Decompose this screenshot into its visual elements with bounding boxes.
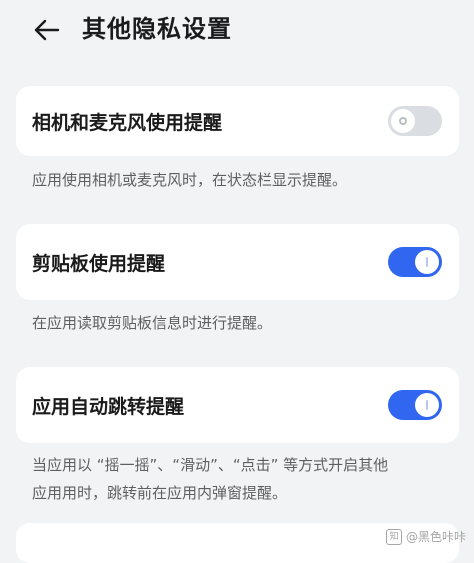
setting-description: 当应用以 “摇一摇”、“滑动”、“点击” 等方式开启其他 应用用时，跳转前在应用… bbox=[32, 451, 452, 507]
setting-label: 剪贴板使用提醒 bbox=[32, 252, 166, 275]
setting-camera-mic-reminder[interactable]: 相机和麦克风使用提醒 bbox=[16, 86, 459, 156]
setting-label: 相机和麦克风使用提醒 bbox=[32, 111, 223, 134]
toggle-knob bbox=[391, 109, 415, 133]
toggle-off-icon bbox=[399, 117, 407, 125]
watermark: 知 @黑色咔咔 bbox=[385, 528, 466, 545]
setting-description: 应用使用相机或麦克风时，在状态栏显示提醒。 bbox=[32, 171, 348, 189]
setting-description: 在应用读取剪贴板信息时进行提醒。 bbox=[32, 314, 273, 332]
back-button[interactable] bbox=[26, 12, 66, 48]
setting-description-line: 应用用时，跳转前在应用内弹窗提醒。 bbox=[32, 484, 288, 502]
setting-app-jump-reminder[interactable]: 应用自动跳转提醒 bbox=[16, 367, 459, 443]
app-header: 其他隐私设置 bbox=[0, 0, 474, 62]
arrow-left-icon bbox=[34, 19, 60, 41]
setting-description-line: 当应用以 “摇一摇”、“滑动”、“点击” 等方式开启其他 bbox=[32, 456, 389, 474]
toggle-knob bbox=[415, 250, 439, 274]
zhihu-logo-icon: 知 bbox=[385, 528, 402, 545]
clipboard-reminder-toggle[interactable] bbox=[388, 247, 442, 277]
page-title: 其他隐私设置 bbox=[82, 15, 232, 43]
watermark-text: @黑色咔咔 bbox=[405, 530, 466, 544]
toggle-knob bbox=[415, 393, 439, 417]
toggle-on-icon bbox=[426, 257, 428, 267]
toggle-on-icon bbox=[426, 400, 428, 410]
camera-mic-reminder-toggle[interactable] bbox=[388, 106, 442, 136]
setting-label: 应用自动跳转提醒 bbox=[32, 395, 185, 418]
setting-clipboard-reminder[interactable]: 剪贴板使用提醒 bbox=[16, 224, 459, 300]
app-jump-reminder-toggle[interactable] bbox=[388, 390, 442, 420]
